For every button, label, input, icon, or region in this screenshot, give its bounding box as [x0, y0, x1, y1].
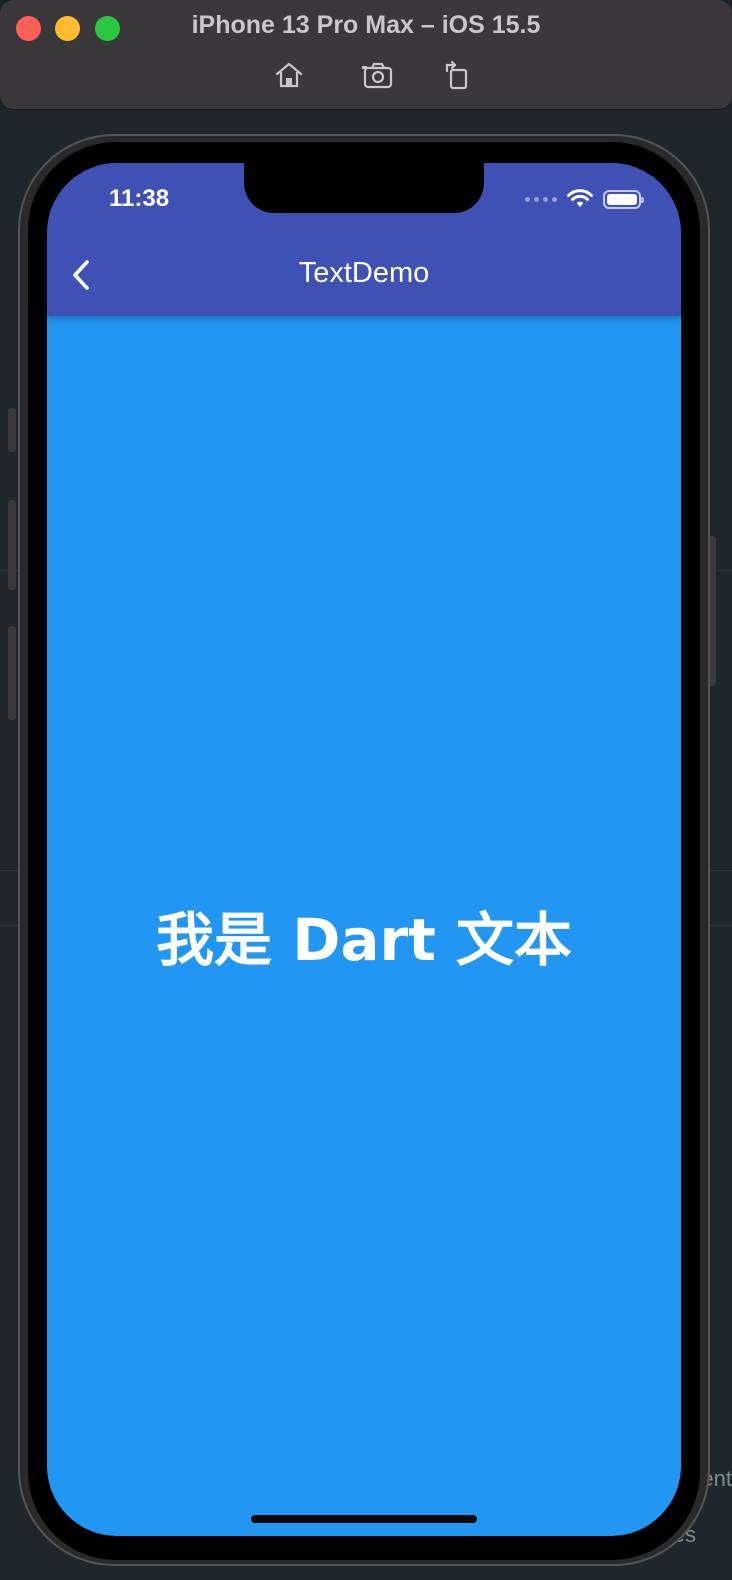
status-time: 11:38: [109, 185, 170, 212]
camera-icon: [362, 62, 393, 89]
dart-text: 我是 Dart 文本: [156, 906, 572, 974]
device-notch: [244, 163, 484, 213]
rotate-button[interactable]: [440, 58, 474, 92]
home-button[interactable]: [272, 58, 306, 92]
home-indicator[interactable]: [251, 1515, 477, 1523]
signal-dots-icon: [525, 196, 557, 202]
device-screen: 11:38 TextDemo 我是 Dart 文本: [47, 163, 681, 1536]
volume-down-button: [8, 626, 16, 720]
page-title: TextDemo: [298, 257, 430, 289]
battery-icon: [603, 189, 644, 209]
volume-up-button: [8, 500, 16, 590]
status-icons: [525, 189, 644, 209]
window-title: iPhone 13 Pro Max – iOS 15.5: [191, 11, 541, 39]
home-icon: [275, 62, 303, 88]
wifi-icon: [567, 189, 593, 207]
simulator-titlebar: iPhone 13 Pro Max – iOS 15.5: [0, 0, 732, 110]
mute-switch: [8, 408, 16, 452]
screenshot-button[interactable]: [360, 58, 394, 92]
rotate-icon: [445, 60, 468, 90]
